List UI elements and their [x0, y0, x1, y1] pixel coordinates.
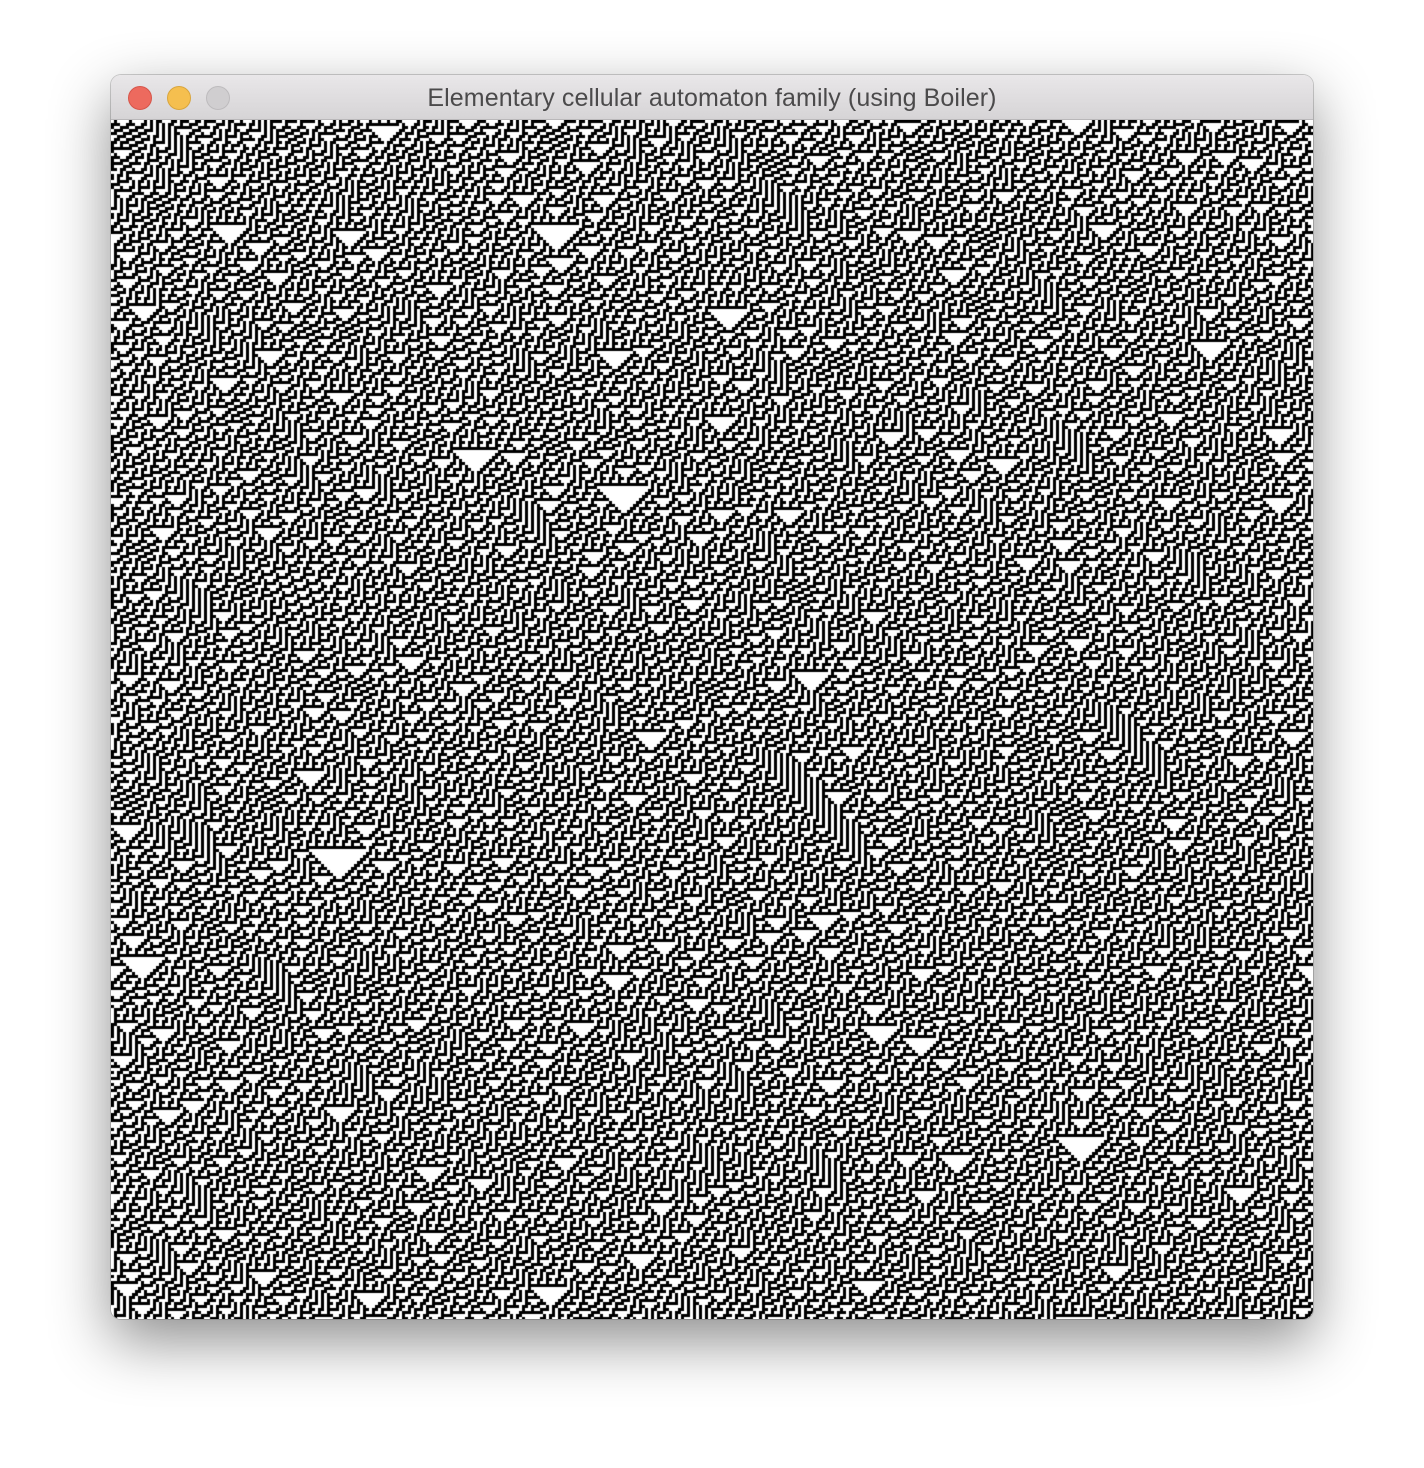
automaton-canvas	[111, 120, 1313, 1319]
automaton-canvas-area	[111, 120, 1313, 1319]
title-bar[interactable]: Elementary cellular automaton family (us…	[111, 75, 1313, 120]
window-title: Elementary cellular automaton family (us…	[427, 84, 997, 112]
app-window: Elementary cellular automaton family (us…	[111, 75, 1313, 1319]
